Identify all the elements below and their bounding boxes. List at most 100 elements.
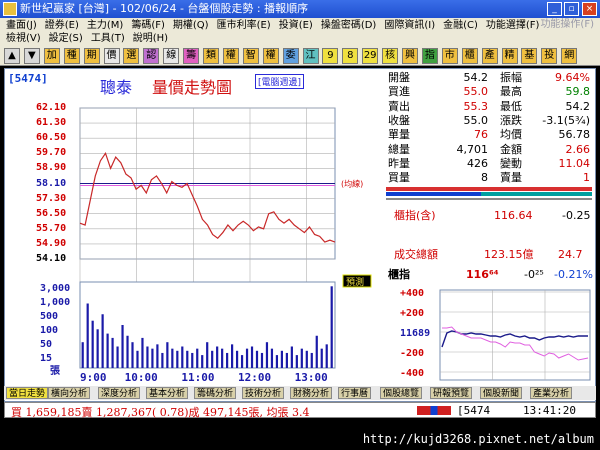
volume-bar (221, 348, 224, 368)
index-panel: 櫃指(含) 116.64 -0.25 成交總額 123.15億 24.7 (386, 201, 592, 273)
volume-bar (96, 329, 99, 368)
tab-1[interactable]: 橫向分析 (48, 387, 91, 399)
tab-7[interactable]: 行事曆 (338, 387, 372, 399)
quote-label: 賣出 (388, 99, 410, 113)
price-tick-label: 56.50 (36, 207, 67, 219)
volume-bar (116, 346, 119, 368)
volume-bar (171, 348, 174, 368)
volume-bar (196, 348, 199, 368)
volume-bar (86, 303, 89, 368)
volume-bar (325, 344, 328, 368)
volume-bar (201, 355, 204, 368)
tab-8[interactable]: 個股總覽 (380, 387, 423, 399)
volume-bar (231, 344, 234, 368)
price-tick-label: 54.90 (36, 237, 67, 249)
tab-11[interactable]: 產業分析 (530, 387, 573, 399)
volume-bar (191, 352, 194, 368)
total-change: 24.7 (558, 248, 583, 261)
watermark-url: http://kujd3268.pixnet.net/album (362, 432, 594, 446)
tab-10[interactable]: 個股新聞 (480, 387, 523, 399)
quote-label: 賣量 (500, 171, 522, 185)
volume-bar (126, 335, 129, 368)
status-bar: 買 1,659,185賣 1,287,367( 0.78)成 497,145張,… (4, 402, 596, 419)
quote-label: 單量 (388, 128, 410, 142)
volume-bar (265, 342, 269, 368)
quote-value: 55.3 (463, 99, 489, 113)
tab-9[interactable]: 研報預覽 (430, 387, 473, 399)
volume-bar (235, 350, 239, 368)
quote-label: 均價 (500, 128, 522, 142)
volume-tick-label: 3,000 (40, 283, 71, 294)
index-label: 櫃指(含) (394, 209, 436, 222)
time-tick-label: 12:00 (238, 371, 271, 384)
quote-value: 8 (481, 171, 488, 185)
volume-bar (240, 355, 244, 368)
index-change: -0.25 (562, 209, 591, 222)
quote-value: 9.64% (555, 71, 590, 84)
volume-bar (91, 320, 94, 368)
quote-label: 總量 (388, 142, 410, 156)
otc-change: -0²⁵ (524, 268, 544, 281)
quote-label: 漲跌 (500, 113, 522, 127)
tab-3[interactable]: 基本分析 (146, 387, 189, 399)
quote-value: 55.0 (463, 113, 489, 127)
tab-6[interactable]: 財務分析 (290, 387, 333, 399)
price-tick-label: 58.10 (36, 177, 67, 189)
volume-bar (285, 352, 288, 368)
otc-percent: -0.21% (554, 268, 593, 281)
quote-value: 54.2 (463, 71, 489, 84)
quote-label: 金額 (500, 142, 522, 156)
price-tick-label: 55.70 (36, 222, 67, 234)
volume-tick-label: 50 (40, 339, 53, 350)
volume-bar (320, 348, 323, 368)
volume-bar (176, 350, 179, 368)
otc-index-panel: 櫃指 116⁶⁴ -0²⁵ -0.21% +400 +200 11689 -200 -4… (386, 266, 593, 382)
volume-bar (151, 348, 154, 368)
price-tick-label: 58.90 (36, 162, 67, 174)
volume-bar (216, 346, 219, 368)
status-flag-icon (417, 406, 451, 415)
status-code: [5474 (457, 404, 491, 417)
price-tick-label: 59.70 (36, 147, 67, 159)
quote-label: 振幅 (500, 71, 522, 84)
quote-value: 54.2 (565, 99, 591, 113)
volume-bar (295, 355, 298, 368)
quote-label: 收盤 (388, 113, 410, 127)
volume-bar (260, 352, 264, 368)
volume-bar (186, 350, 189, 368)
time-tick-label: 11:00 (181, 371, 214, 384)
quote-value: 59.8 (565, 85, 591, 99)
otc-tick-label: -200 (400, 348, 424, 359)
volume-bar (121, 325, 124, 368)
average-line-label: (均線) (341, 179, 363, 189)
otc-tick-label: -400 (400, 368, 424, 379)
volume-bar (275, 355, 279, 368)
quote-value: 2.66 (565, 142, 591, 156)
quote-label: 變動 (500, 156, 522, 170)
index-value: 116.64 (494, 209, 533, 222)
volume-bar (106, 333, 109, 368)
tab-2[interactable]: 深度分析 (98, 387, 141, 399)
tab-5[interactable]: 技術分析 (242, 387, 285, 399)
quote-label: 最高 (500, 85, 522, 99)
volume-bar (206, 342, 209, 368)
volume-tick-label: 100 (40, 325, 59, 336)
otc-tick-label: +400 (400, 288, 424, 299)
otc-label: 櫃指 (388, 268, 410, 281)
time-tick-label: 10:00 (125, 371, 158, 384)
tab-4[interactable]: 籌碼分析 (194, 387, 237, 399)
volume-tick-label: 500 (40, 311, 59, 322)
volume-bar (255, 350, 259, 368)
volume-bar (81, 342, 84, 368)
volume-bar (290, 346, 293, 368)
volume-bar (245, 348, 249, 368)
volume-bar (330, 286, 333, 368)
tab-0[interactable]: 當日走勢 (6, 387, 49, 399)
volume-tick-label: 1,000 (40, 297, 71, 308)
quote-value: -3.1(5¾) (542, 113, 590, 127)
volume-bar (131, 342, 134, 368)
volume-bar (156, 344, 159, 368)
otc-plot-area (439, 289, 591, 381)
volume-bar (181, 346, 184, 368)
price-tick-label: 62.10 (36, 102, 67, 113)
